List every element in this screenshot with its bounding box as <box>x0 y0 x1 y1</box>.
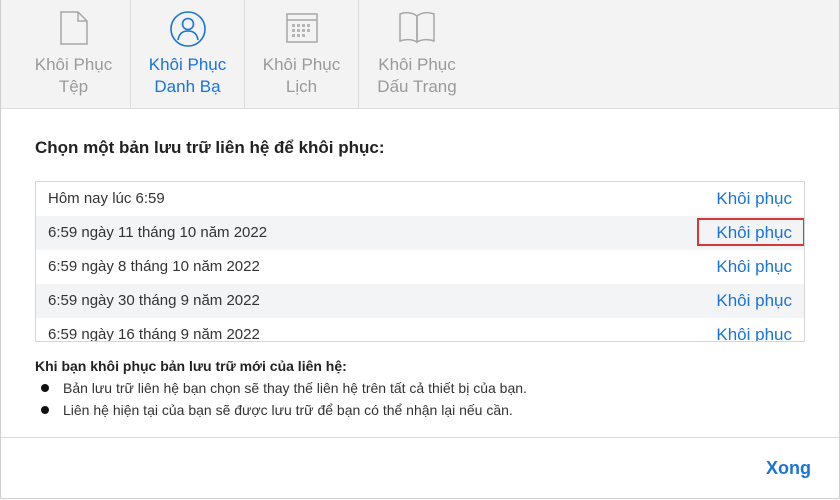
tab-restore-bookmarks[interactable]: Khôi Phục Dấu Trang <box>360 0 474 108</box>
tab-label: Khôi Phục Dấu Trang <box>360 54 474 98</box>
contacts-icon <box>131 10 244 50</box>
restore-toolbar: Khôi Phục Tệp Khôi Phục Danh Bạ Khôi Phụ… <box>1 0 839 109</box>
archive-row[interactable]: 6:59 ngày 30 tháng 9 năm 2022 Khôi phục <box>36 284 804 318</box>
tab-label: Khôi Phục Lịch <box>245 54 358 98</box>
restore-dialog: Khôi Phục Tệp Khôi Phục Danh Bạ Khôi Phụ… <box>0 0 840 499</box>
done-button[interactable]: Xong <box>766 458 811 479</box>
file-icon <box>17 10 130 50</box>
archive-date: 6:59 ngày 8 tháng 10 năm 2022 <box>48 258 260 275</box>
archive-row[interactable]: Hôm nay lúc 6:59 Khôi phục <box>36 182 804 216</box>
restore-link[interactable]: Khôi phục <box>716 284 792 318</box>
tab-label-line2: Tệp <box>58 77 89 96</box>
restore-link[interactable]: Khôi phục <box>716 250 792 284</box>
info-bullet: Liên hệ hiện tại của bạn sẽ được lưu trữ… <box>41 402 513 418</box>
bullet-dot <box>41 384 49 393</box>
tab-label: Khôi Phục Danh Bạ <box>131 54 244 98</box>
page-title: Chọn một bản lưu trữ liên hệ để khôi phụ… <box>35 138 385 157</box>
archive-row[interactable]: 6:59 ngày 8 tháng 10 năm 2022 Khôi phục <box>36 250 804 284</box>
tab-label-line1: Khôi Phục <box>262 55 341 74</box>
info-bullet: Bản lưu trữ liên hệ bạn chọn sẽ thay thế… <box>41 380 527 396</box>
bullet-dot <box>41 406 49 415</box>
tab-label-line2: Dấu Trang <box>377 77 457 96</box>
tab-label-line1: Khôi Phục <box>148 55 227 74</box>
restore-link[interactable]: Khôi phục <box>716 182 792 216</box>
archive-list[interactable]: Hôm nay lúc 6:59 Khôi phục 6:59 ngày 11 … <box>35 181 805 342</box>
tab-label-line2: Lịch <box>285 77 318 96</box>
info-title: Khi bạn khôi phục bản lưu trữ mới của li… <box>35 358 347 374</box>
tab-label: Khôi Phục Tệp <box>17 54 130 98</box>
restore-link[interactable]: Khôi phục <box>716 318 792 341</box>
tab-restore-calendar[interactable]: Khôi Phục Lịch <box>245 0 359 108</box>
info-bullet-text: Liên hệ hiện tại của bạn sẽ được lưu trữ… <box>63 402 513 418</box>
archive-date: 6:59 ngày 16 tháng 9 năm 2022 <box>48 326 260 342</box>
highlight-box <box>697 218 804 246</box>
archive-date: 6:59 ngày 11 tháng 10 năm 2022 <box>48 224 268 241</box>
archive-row[interactable]: 6:59 ngày 16 tháng 9 năm 2022 Khôi phục <box>36 318 804 342</box>
archive-row[interactable]: 6:59 ngày 11 tháng 10 năm 2022 Khôi phục <box>36 216 804 250</box>
tab-label-line2: Danh Bạ <box>154 77 221 96</box>
calendar-icon <box>245 10 358 50</box>
tab-restore-contacts[interactable]: Khôi Phục Danh Bạ <box>131 0 245 108</box>
tab-label-line1: Khôi Phục <box>378 55 456 74</box>
bookmarks-icon <box>360 10 474 50</box>
tab-label-line1: Khôi Phục <box>34 55 113 74</box>
archive-date: Hôm nay lúc 6:59 <box>48 190 165 207</box>
info-bullet-text: Bản lưu trữ liên hệ bạn chọn sẽ thay thế… <box>63 380 527 396</box>
archive-date: 6:59 ngày 30 tháng 9 năm 2022 <box>48 292 260 309</box>
footer-divider <box>1 437 839 438</box>
tab-restore-files[interactable]: Khôi Phục Tệp <box>17 0 131 108</box>
